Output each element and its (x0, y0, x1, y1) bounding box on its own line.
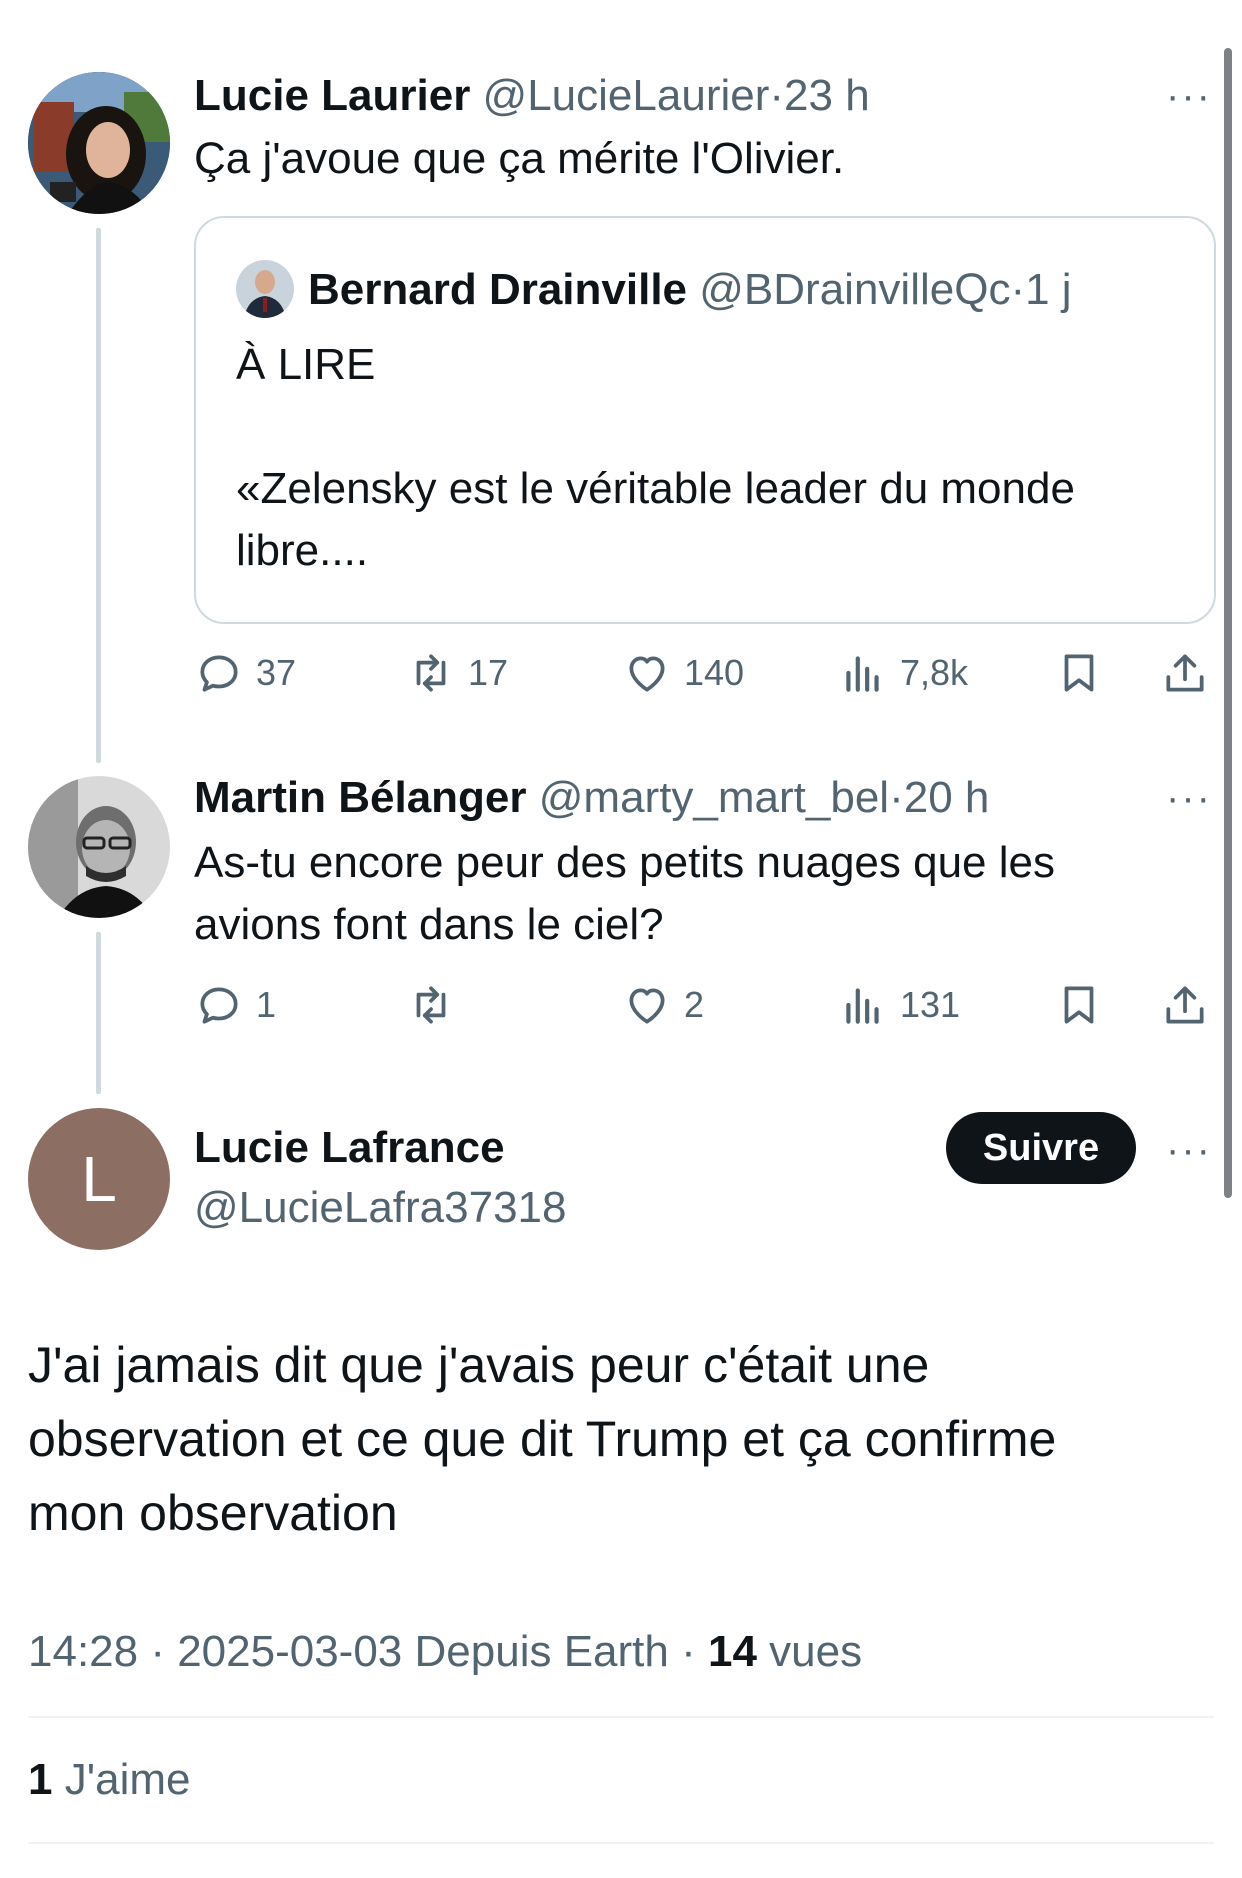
main-post-text-line: J'ai jamais dit que j'avais peur c'était… (28, 1337, 930, 1393)
post-header: Lucie Laurier @LucieLaurier·23 h (194, 70, 870, 122)
display-name[interactable]: Lucie Lafrance (194, 1122, 505, 1174)
bookmark-icon (1064, 986, 1094, 1024)
separator: · (1010, 265, 1026, 314)
reply-button[interactable]: 1 (194, 980, 276, 1030)
repost-icon (416, 986, 446, 1024)
like-icon (629, 656, 665, 692)
share-button[interactable] (1160, 980, 1210, 1030)
divider (28, 1716, 1214, 1718)
views-button[interactable]: 131 (838, 980, 960, 1030)
thread-line (96, 228, 101, 763)
handle[interactable]: @marty_mart_bel (539, 773, 889, 822)
share-icon (1166, 986, 1204, 1024)
quote-text-line: libre.... (236, 526, 369, 575)
quote-timestamp[interactable]: 1 j (1025, 265, 1071, 314)
repost-button[interactable]: 17 (406, 648, 508, 698)
display-name[interactable]: Lucie Laurier (194, 71, 470, 120)
reply-icon (200, 987, 238, 1024)
views-count: 131 (900, 984, 961, 1025)
quote-text-line: «Zelensky est le véritable leader du mon… (236, 464, 1075, 513)
separator: · (769, 71, 785, 120)
quote-display-name[interactable]: Bernard Drainville (308, 265, 687, 314)
like-button[interactable]: 140 (622, 648, 744, 698)
reply-button[interactable]: 37 (194, 648, 296, 698)
more-options-icon[interactable]: ··· (1166, 778, 1212, 818)
separator: · (889, 773, 904, 822)
main-post-text-line: mon observation (28, 1485, 398, 1541)
follow-button-label: Suivre (982, 1126, 1100, 1169)
bookmark-button[interactable] (1054, 980, 1104, 1030)
avatar-lucie-lafrance[interactable]: L (28, 1108, 170, 1250)
post-meta: 14:28 · 2025-03-03 Depuis Earth · 14 vue… (28, 1626, 862, 1678)
handle[interactable]: @LucieLafra37318 (194, 1182, 567, 1234)
like-count: 2 (684, 984, 705, 1025)
divider (28, 1842, 1214, 1844)
more-options-icon[interactable]: ··· (1166, 1130, 1212, 1170)
avatar-photo (236, 260, 294, 318)
more-options-icon[interactable]: ··· (1166, 76, 1212, 116)
reply-count: 1 (256, 984, 277, 1025)
views-label: vues (769, 1627, 863, 1676)
likes-label: J'aime (64, 1755, 191, 1804)
bookmark-icon (1064, 654, 1094, 692)
quote-header: Bernard Drainville @BDrainvilleQc·1 j (308, 264, 1072, 316)
timestamp[interactable]: 20 h (904, 773, 990, 822)
quote-handle[interactable]: @BDrainvilleQc (699, 265, 1010, 314)
bookmark-button[interactable] (1054, 648, 1104, 698)
repost-button[interactable] (406, 980, 468, 1030)
share-button[interactable] (1160, 648, 1210, 698)
follow-button[interactable]: Suivre (946, 1112, 1136, 1184)
avatar-photo (28, 776, 170, 918)
scrollbar[interactable] (1224, 48, 1232, 1198)
post-header: Martin Bélanger @marty_mart_bel·20 h (194, 772, 989, 824)
avatar-bernard-drainville[interactable] (236, 260, 294, 318)
thread-line (96, 932, 101, 1094)
views-count: 7,8k (900, 652, 969, 693)
main-post-text-line: observation et ce que dit Trump et ça co… (28, 1411, 1057, 1467)
avatar-martin-belanger[interactable] (28, 776, 170, 918)
post-text-line: avions font dans le ciel? (194, 900, 664, 949)
handle[interactable]: @LucieLaurier (483, 71, 770, 120)
like-icon (629, 988, 665, 1024)
avatar-lucie-laurier[interactable] (28, 72, 170, 214)
avatar-letter: L (81, 1143, 117, 1215)
post-text-line: As-tu encore peur des petits nuages que … (194, 838, 1055, 887)
avatar-photo (28, 72, 170, 214)
post-timestamp[interactable]: 14:28 · 2025-03-03 Depuis Earth · (28, 1627, 696, 1676)
views-icon (846, 656, 879, 692)
views-count: 14 (707, 1627, 757, 1676)
like-button[interactable]: 2 (622, 980, 704, 1030)
views-button[interactable]: 7,8k (838, 648, 968, 698)
repost-count: 17 (468, 652, 509, 693)
post-text: Ça j'avoue que ça mérite l'Olivier. (194, 134, 845, 183)
quoted-post-card[interactable]: Bernard Drainville @BDrainvilleQc·1 j À … (194, 216, 1216, 624)
views-icon (846, 988, 879, 1024)
reply-count: 37 (256, 652, 297, 693)
quote-text-line: À LIRE (236, 340, 376, 389)
timestamp[interactable]: 23 h (784, 71, 870, 120)
like-count: 140 (684, 652, 745, 693)
repost-icon (416, 654, 446, 692)
likes-count: 1 (28, 1755, 53, 1804)
reply-icon (200, 655, 238, 692)
likes-summary[interactable]: 1 J'aime (28, 1754, 191, 1806)
share-icon (1166, 654, 1204, 692)
display-name[interactable]: Martin Bélanger (194, 773, 527, 822)
